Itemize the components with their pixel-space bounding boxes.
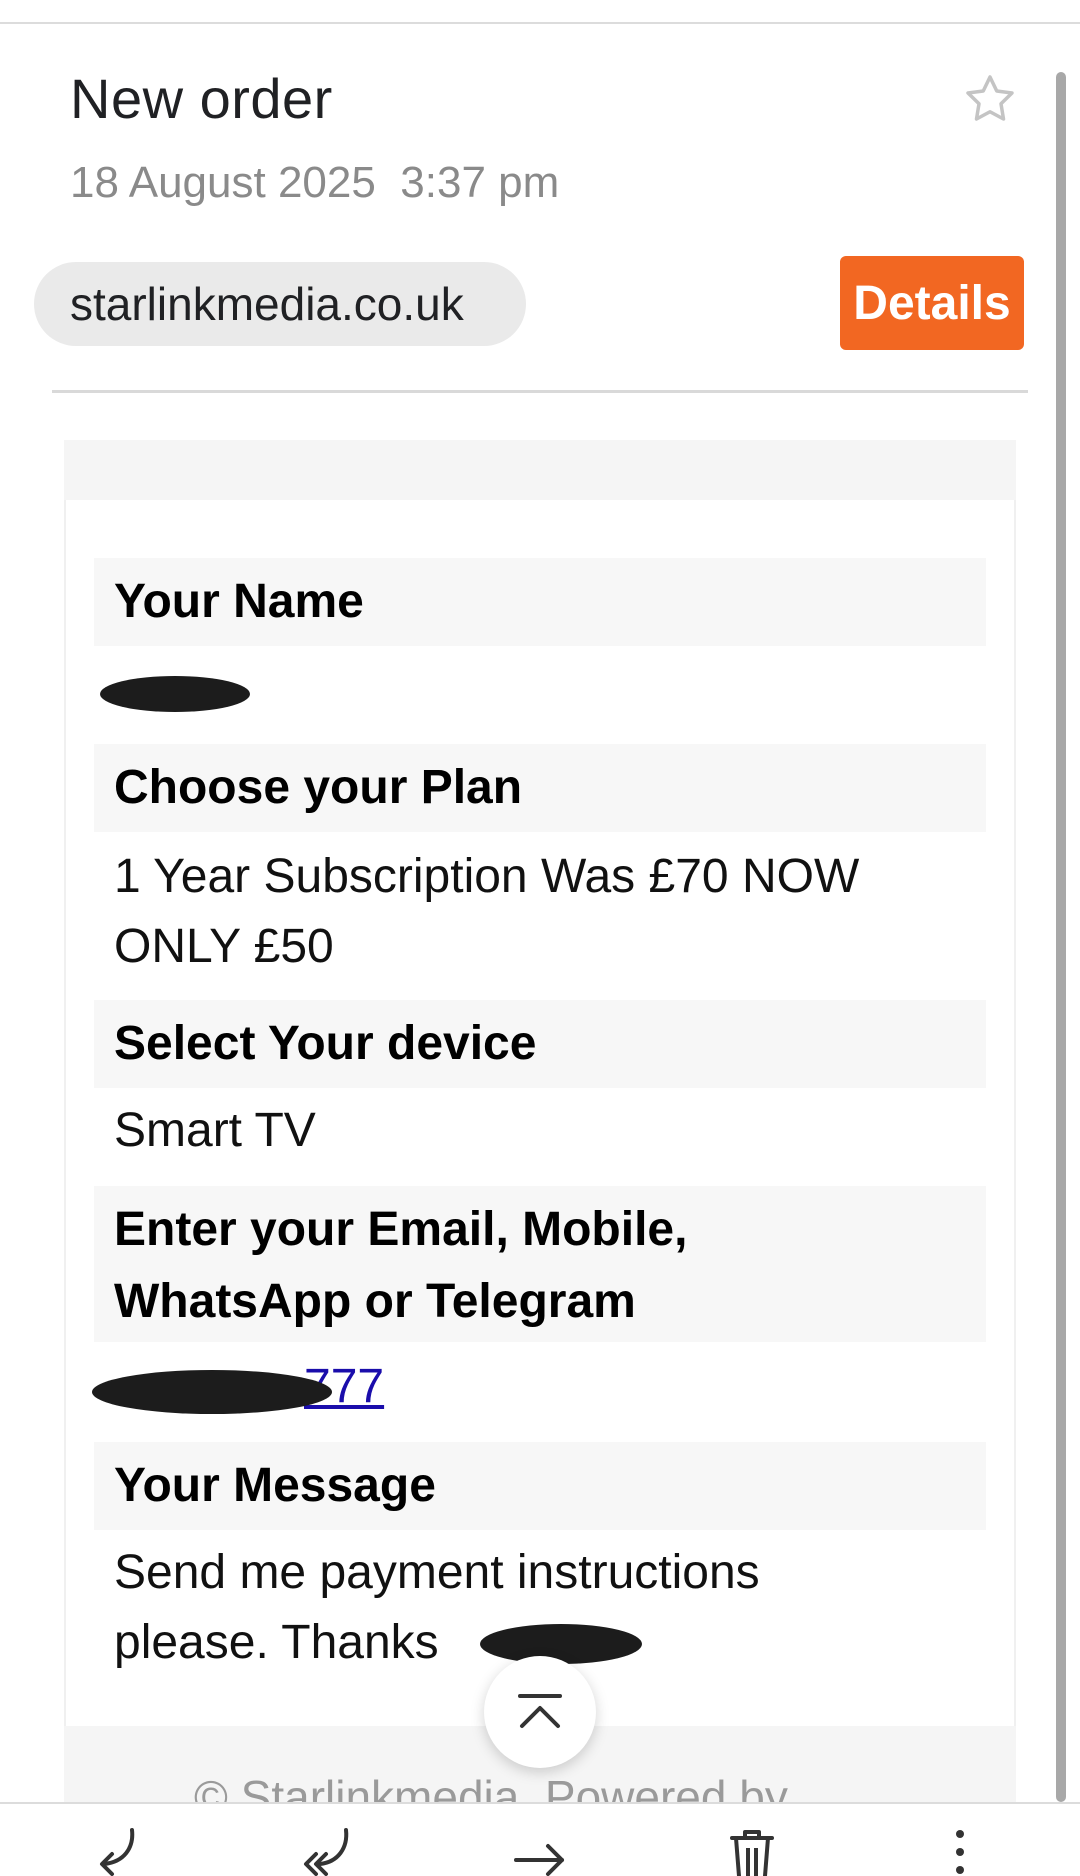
redacted-name — [100, 676, 250, 712]
top-divider — [0, 22, 1080, 24]
details-button[interactable]: Details — [840, 256, 1024, 350]
scrollbar[interactable] — [1056, 72, 1066, 1802]
bottom-toolbar — [0, 1802, 1080, 1876]
field-value-plan: 1 Year Subscription Was £70 NOW ONLY £50 — [114, 842, 974, 982]
redacted-signature — [480, 1624, 642, 1664]
scroll-to-top-icon — [518, 1694, 562, 1728]
email-body-header-band — [64, 440, 1016, 500]
footer-text: © Starlinkmedia. Powered by — [194, 1771, 788, 1806]
forward-icon[interactable] — [510, 1824, 570, 1876]
plan-line-1: 1 Year Subscription Was £70 NOW — [114, 850, 860, 903]
reply-icon[interactable] — [88, 1824, 148, 1876]
redacted-phone — [92, 1370, 332, 1414]
contact-label-line-2: WhatsApp or Telegram — [114, 1275, 636, 1328]
plan-line-2: ONLY £50 — [114, 920, 334, 973]
field-label-message: Your Message — [94, 1442, 986, 1530]
contact-label-line-1: Enter your Email, Mobile, — [114, 1203, 688, 1256]
field-label-name: Your Name — [94, 558, 986, 646]
email-date: 18 August 2025 — [70, 158, 376, 207]
email-subject: New order — [70, 67, 333, 130]
delete-icon[interactable] — [722, 1824, 782, 1876]
email-time: 3:37 pm — [400, 158, 560, 207]
sender-chip[interactable]: starlinkmedia.co.uk — [34, 262, 526, 346]
field-label-contact: Enter your Email, Mobile, WhatsApp or Te… — [94, 1186, 986, 1342]
reply-all-icon[interactable] — [298, 1824, 358, 1876]
scroll-to-top-button[interactable] — [484, 1656, 596, 1768]
email-datetime: 18 August 2025 3:37 pm — [70, 158, 559, 208]
sender-address: starlinkmedia.co.uk — [70, 278, 464, 330]
message-line-1: Send me payment instructions — [114, 1546, 760, 1599]
more-icon[interactable] — [930, 1824, 990, 1876]
field-label-device: Select Your device — [94, 1000, 986, 1088]
field-value-device: Smart TV — [114, 1104, 316, 1157]
field-label-plan: Choose your Plan — [94, 744, 986, 832]
header-divider — [52, 390, 1028, 393]
star-icon[interactable] — [960, 70, 1020, 130]
